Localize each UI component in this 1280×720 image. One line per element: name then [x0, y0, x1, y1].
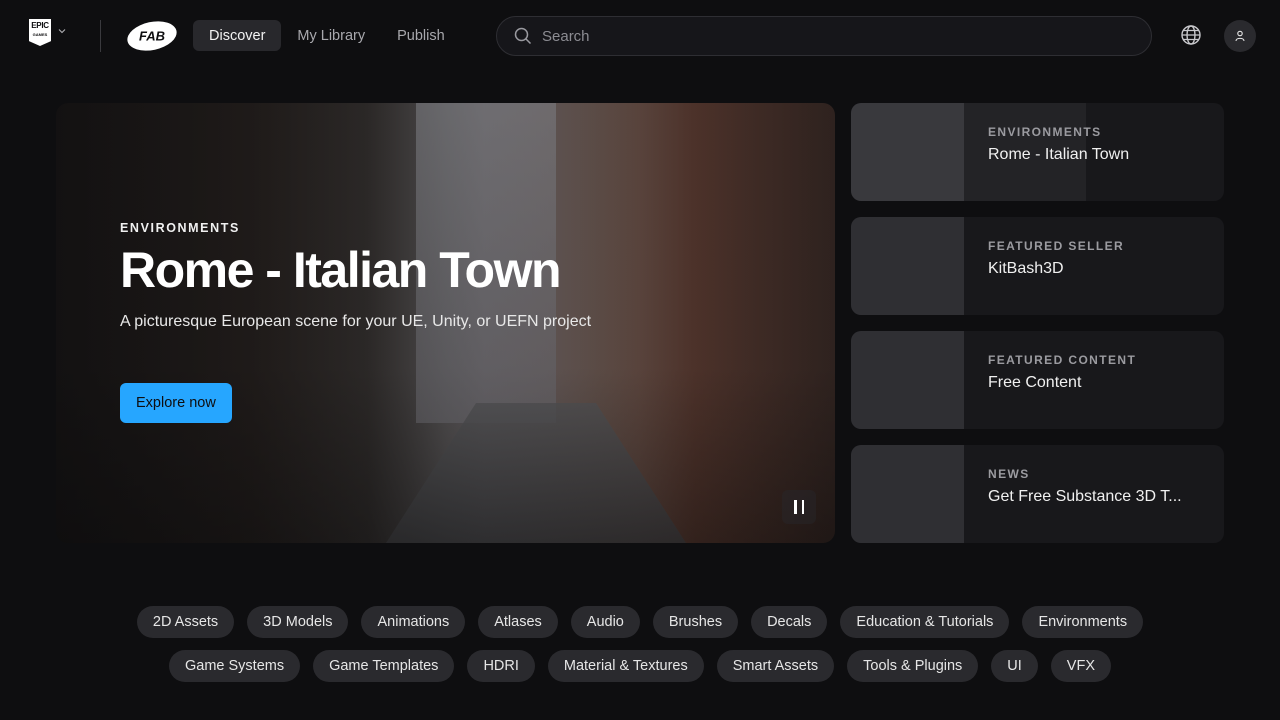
category-chip-decals[interactable]: Decals — [751, 606, 828, 638]
hero-content: ENVIRONMENTS Rome - Italian Town A pictu… — [120, 221, 591, 331]
fab-logo[interactable]: FAB — [126, 20, 178, 52]
category-chip-row: 2D Assets 3D Models Animations Atlases Audio… — [0, 606, 1280, 638]
category-chips: 2D Assets 3D Models Animations Atlases Audio… — [0, 606, 1280, 694]
user-icon — [1235, 30, 1245, 42]
pause-icon-bar — [794, 500, 797, 514]
search-input[interactable] — [542, 27, 1102, 45]
category-chip-environments[interactable]: Environments — [1022, 606, 1144, 638]
featured-card-category: FEATURED CONTENT — [988, 353, 1137, 367]
featured-card-environments[interactable]: ENVIRONMENTS Rome - Italian Town — [851, 103, 1224, 201]
hero-description: A picturesque European scene for your UE… — [120, 312, 592, 330]
header-divider — [100, 20, 101, 52]
nav-discover[interactable]: Discover — [193, 20, 282, 51]
epic-logo-subtext: GAMES — [32, 32, 48, 37]
category-chip-brushes[interactable]: Brushes — [652, 606, 739, 638]
category-chip-atlases[interactable]: Atlases — [478, 606, 558, 638]
top-nav-bar: EPIC GAMES FAB Discover My Library Publi… — [0, 0, 1280, 72]
category-chip-material-textures[interactable]: Material & Textures — [547, 650, 704, 682]
featured-card-category: NEWS — [988, 467, 1030, 481]
featured-card-category: FEATURED SELLER — [988, 239, 1125, 253]
fab-logo-text: FAB — [139, 29, 165, 44]
featured-card-thumbnail — [851, 217, 964, 315]
category-chip-education-tutorials[interactable]: Education & Tutorials — [840, 606, 1010, 638]
featured-card-news[interactable]: NEWS Get Free Substance 3D T... — [851, 445, 1224, 543]
featured-card-title: KitBash3D — [988, 260, 1064, 277]
nav-my-library[interactable]: My Library — [281, 20, 381, 51]
search-bar[interactable] — [496, 16, 1152, 56]
featured-list: ENVIRONMENTS Rome - Italian Town FEATURE… — [851, 103, 1224, 559]
featured-card-seller[interactable]: FEATURED SELLER KitBash3D — [851, 217, 1224, 315]
category-chip-game-systems[interactable]: Game Systems — [168, 650, 301, 682]
category-chip-row: Game Systems Game Templates HDRI Material &… — [0, 650, 1280, 682]
category-chip-game-templates[interactable]: Game Templates — [313, 650, 455, 682]
featured-card-title: Get Free Substance 3D T... — [988, 488, 1182, 505]
category-chip-ui[interactable]: UI — [991, 650, 1038, 682]
category-chip-audio[interactable]: Audio — [570, 606, 640, 638]
main-nav: Discover My Library Publish — [193, 20, 461, 51]
featured-card-title: Free Content — [988, 374, 1082, 391]
category-chip-2d-assets[interactable]: 2D Assets — [136, 606, 235, 638]
featured-card-category: ENVIRONMENTS — [988, 125, 1102, 139]
account-avatar-button[interactable] — [1224, 20, 1256, 52]
featured-card-thumbnail — [851, 331, 964, 429]
category-chip-3d-models[interactable]: 3D Models — [247, 606, 349, 638]
hero-banner[interactable]: ENVIRONMENTS Rome - Italian Town A pictu… — [56, 103, 835, 543]
nav-publish[interactable]: Publish — [381, 20, 461, 51]
search-icon — [514, 27, 532, 45]
chevron-down-icon[interactable] — [58, 27, 66, 35]
hero-title: Rome - Italian Town — [120, 242, 562, 298]
featured-card-title: Rome - Italian Town — [988, 146, 1130, 163]
hero-image-street — [386, 403, 686, 543]
featured-card-content[interactable]: FEATURED CONTENT Free Content — [851, 331, 1224, 429]
epic-logo-text: EPIC — [31, 21, 49, 30]
category-chip-animations[interactable]: Animations — [361, 606, 466, 638]
category-chip-smart-assets[interactable]: Smart Assets — [716, 650, 835, 682]
pause-icon-bar — [801, 500, 804, 514]
globe-icon[interactable] — [1180, 24, 1202, 46]
category-chip-vfx[interactable]: VFX — [1050, 650, 1111, 682]
explore-now-button[interactable]: Explore now — [120, 383, 232, 423]
featured-card-thumbnail — [851, 445, 964, 543]
category-chip-tools-plugins[interactable]: Tools & Plugins — [847, 650, 979, 682]
hero-category: ENVIRONMENTS — [120, 221, 240, 235]
epic-games-logo[interactable]: EPIC GAMES — [29, 19, 51, 46]
pause-button[interactable] — [782, 490, 816, 524]
category-chip-hdri[interactable]: HDRI — [467, 650, 535, 682]
